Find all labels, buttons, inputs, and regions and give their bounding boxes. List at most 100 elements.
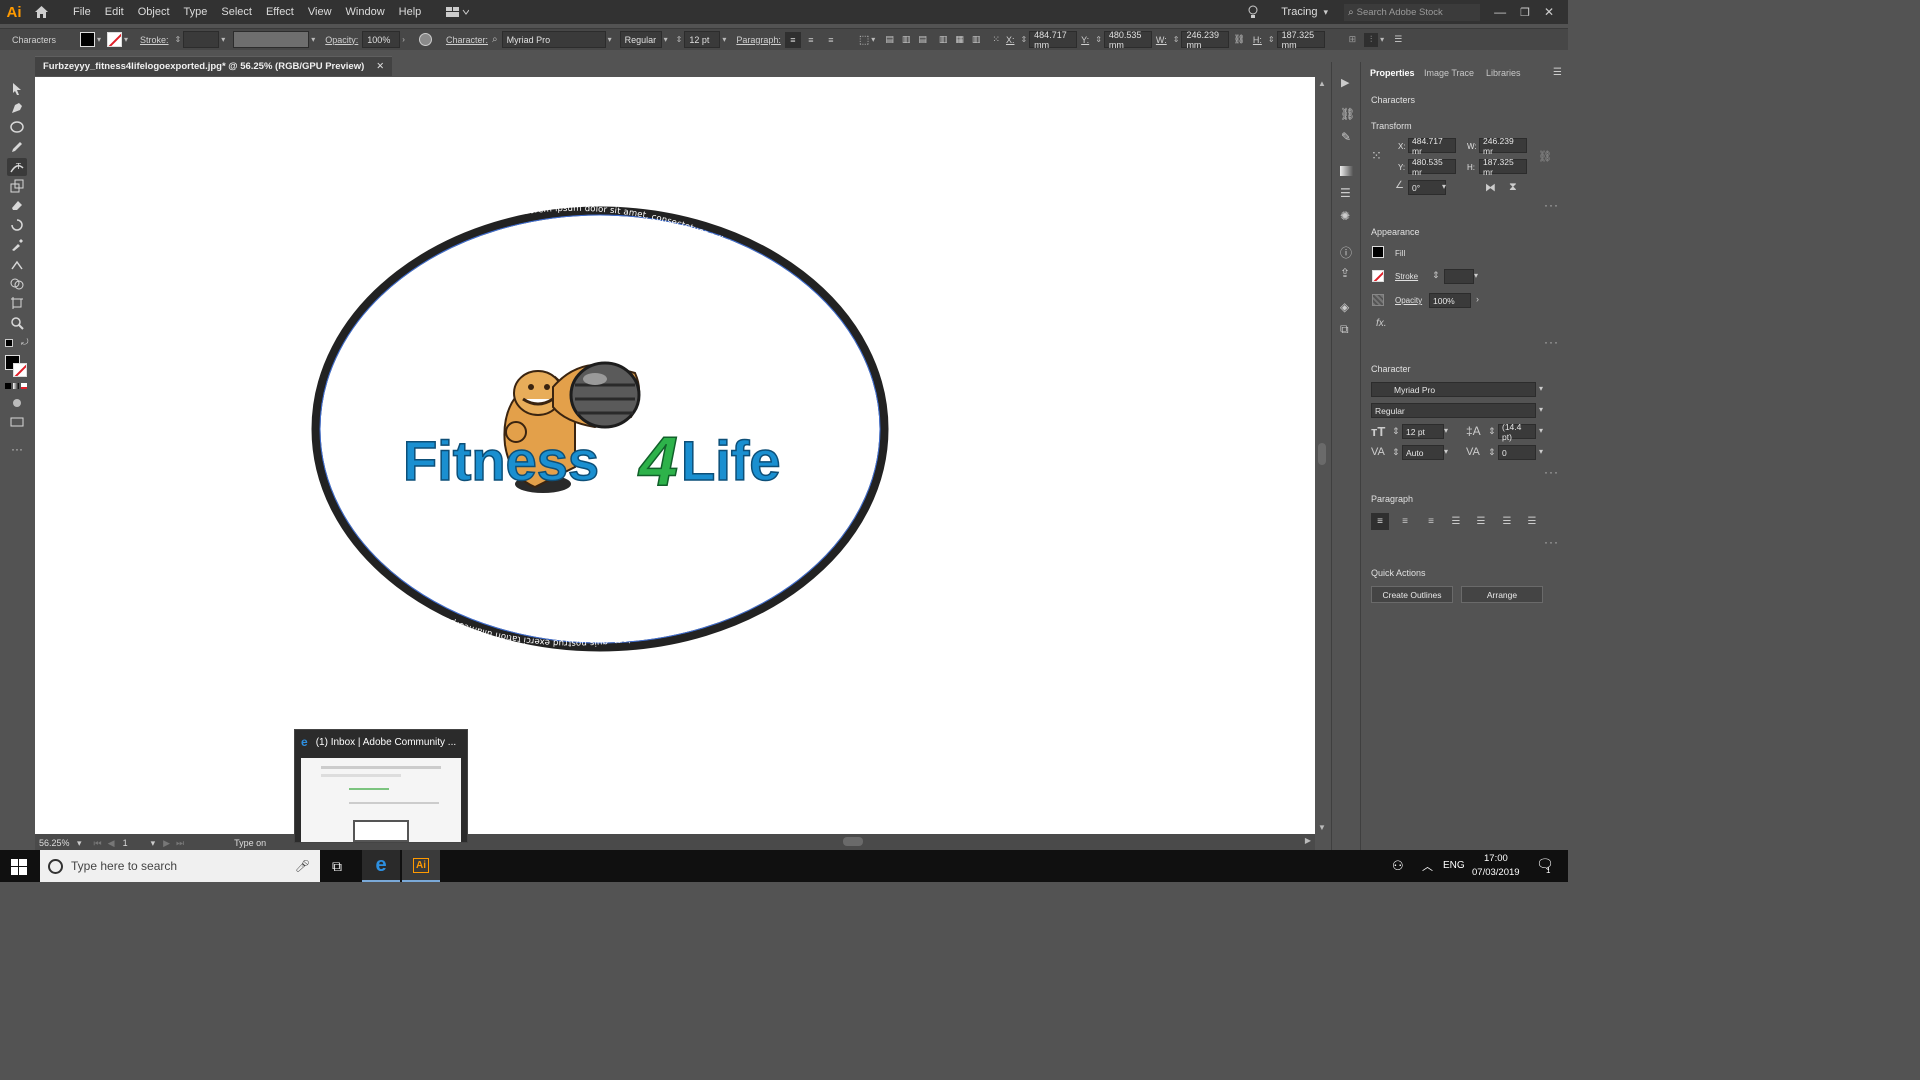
chevron-right-icon[interactable]: › [1476, 294, 1479, 304]
menu-file[interactable]: File [66, 6, 98, 18]
chevron-down-icon[interactable]: ▾ [1539, 447, 1543, 456]
opacity-label[interactable]: Opacity [1395, 296, 1422, 305]
pencil-tool-icon[interactable] [7, 138, 27, 156]
brushes-icon[interactable]: ✎ [1341, 130, 1351, 144]
y-field[interactable]: 480.535 mm [1103, 30, 1152, 50]
recolor-icon[interactable] [418, 33, 432, 46]
stepper-icon[interactable]: ⇕ [1020, 35, 1027, 44]
justify-left-icon[interactable]: ☰ [1447, 513, 1465, 530]
align-bottom-icon[interactable]: ▥ [972, 34, 981, 45]
chevron-down-icon[interactable]: ▾ [77, 838, 82, 849]
chevron-down-icon[interactable]: ▾ [1539, 426, 1543, 435]
selection-tool-icon[interactable] [7, 80, 27, 98]
stepper-icon[interactable]: ⇕ [1268, 35, 1275, 44]
color-mode-icon[interactable] [5, 383, 27, 389]
chevron-down-icon[interactable]: ▾ [1442, 182, 1446, 191]
h-field[interactable]: 187.325 mm [1276, 30, 1325, 50]
stroke-weight-field[interactable] [183, 31, 220, 48]
stepper-icon[interactable]: ⇕ [1432, 270, 1440, 281]
play-icon[interactable]: ▶ [1341, 76, 1349, 89]
menu-window[interactable]: Window [339, 6, 392, 18]
artboards-icon[interactable]: ⧉ [1340, 322, 1349, 337]
arrange-button[interactable]: Arrange [1461, 586, 1543, 603]
create-outlines-button[interactable]: Create Outlines [1371, 586, 1453, 603]
first-page-icon[interactable]: ⏮ [94, 838, 102, 849]
justify-all-icon[interactable]: ☰ [1523, 513, 1541, 530]
transform-w-field[interactable]: 246.239 mr [1479, 136, 1527, 156]
links-icon[interactable]: ⛓ [1340, 107, 1355, 121]
chevron-down-icon[interactable]: ▾ [664, 35, 668, 44]
justify-center-icon[interactable]: ☰ [1472, 513, 1490, 530]
stepper-icon[interactable]: ⇕ [175, 35, 182, 44]
scroll-right-icon[interactable]: ▶ [1305, 836, 1311, 845]
more-options-icon[interactable]: ··· [1544, 198, 1559, 212]
scale-tool-icon[interactable] [7, 177, 27, 195]
chevron-down-icon[interactable]: ▾ [1444, 447, 1448, 456]
flip-horizontal-icon[interactable]: ⧓ [1485, 181, 1496, 194]
home-icon[interactable] [28, 0, 54, 24]
align-middle-icon[interactable]: ▦ [955, 34, 964, 45]
swap-colors-icon[interactable]: ⤾ [21, 337, 29, 348]
chevron-down-icon[interactable]: ▾ [1380, 35, 1384, 44]
path-text[interactable]: Lorem ipsum dolor sit amet, consectetuer… [31, 70, 863, 648]
chevron-right-icon[interactable]: › [402, 35, 405, 44]
artwork-canvas[interactable]: Lorem ipsum dolor sit amet, consectetuer… [31, 70, 1315, 834]
constrain-proportions-icon[interactable]: ⛓ [1538, 150, 1552, 163]
type-on-path-tool-icon[interactable]: T [7, 158, 27, 176]
chevron-down-icon[interactable]: ▾ [1539, 384, 1543, 393]
clock-date[interactable]: 07/03/2019 [1472, 867, 1520, 878]
stroke-panel-icon[interactable]: ☰ [1340, 186, 1351, 200]
close-icon[interactable]: ✕ [1544, 5, 1554, 19]
appearance-panel-icon[interactable]: ✺ [1340, 209, 1350, 223]
export-icon[interactable]: ⇪ [1340, 266, 1350, 280]
more-options-icon[interactable]: ··· [1544, 465, 1559, 479]
x-field[interactable]: 484.717 mm [1029, 30, 1078, 50]
artboard[interactable]: Lorem ipsum dolor sit amet, consectetuer… [31, 70, 1315, 834]
stepper-icon[interactable]: ⇕ [1173, 35, 1180, 44]
workspace-switcher[interactable]: Tracing [1281, 6, 1317, 18]
artboard-tool-icon[interactable] [7, 294, 27, 312]
chevron-down-icon[interactable]: ▾ [151, 838, 156, 849]
menu-view[interactable]: View [301, 6, 339, 18]
ellipse-tool-icon[interactable] [7, 118, 27, 136]
align-top-icon[interactable]: ▥ [939, 34, 948, 45]
chevron-down-icon[interactable]: ▾ [1539, 405, 1543, 414]
reference-point-icon[interactable]: ⁙ [992, 34, 1000, 45]
stepper-icon[interactable]: ⇕ [1488, 426, 1496, 437]
tab-image-trace[interactable]: Image Trace [1424, 62, 1474, 84]
font-family-field[interactable]: Myriad Pro [501, 31, 606, 48]
grid-icon[interactable]: ⊞ [1349, 34, 1357, 45]
windows-start-icon[interactable] [11, 859, 27, 878]
language-indicator[interactable]: ENG [1443, 860, 1465, 871]
edge-taskbar-icon[interactable]: e [362, 850, 400, 882]
chevron-down-icon[interactable]: ▾ [871, 35, 875, 44]
stroke-swatch[interactable] [107, 32, 123, 47]
font-size-field[interactable]: 12 pt [1402, 424, 1444, 439]
stroke-weight-field[interactable] [1444, 269, 1474, 284]
chevron-down-icon[interactable]: ▾ [608, 35, 612, 44]
page-field[interactable]: 1 [123, 838, 151, 848]
more-options-icon[interactable]: ··· [1544, 535, 1559, 549]
taskbar-window-preview[interactable]: e (1) Inbox | Adobe Community ... [294, 729, 468, 843]
menu-select[interactable]: Select [214, 6, 259, 18]
align-center-icon[interactable]: ≡ [1396, 513, 1414, 530]
close-tab-icon[interactable]: ✕ [376, 61, 384, 72]
align-left-icon[interactable]: ≡ [784, 31, 801, 48]
scroll-down-icon[interactable]: ▼ [1318, 823, 1326, 832]
font-family-field[interactable]: Myriad Pro [1371, 382, 1536, 397]
lightbulb-icon[interactable] [1243, 5, 1263, 19]
menu-edit[interactable]: Edit [98, 6, 131, 18]
menu-effect[interactable]: Effect [259, 6, 301, 18]
stepper-icon[interactable]: ⇕ [1392, 426, 1400, 437]
people-icon[interactable]: ⚇ [1392, 858, 1404, 874]
ellipse-path[interactable] [311, 206, 889, 652]
rotate-angle-field[interactable]: 0° [1408, 180, 1446, 195]
default-colors-icon[interactable] [5, 339, 13, 347]
w-field[interactable]: 246.239 mm [1181, 30, 1230, 50]
stepper-icon[interactable]: ⇕ [676, 35, 683, 44]
chevron-up-icon[interactable]: ︿ [1422, 858, 1433, 874]
menu-type[interactable]: Type [177, 6, 215, 18]
font-style-field[interactable]: Regular [1371, 403, 1536, 418]
prev-page-icon[interactable]: ◀ [108, 838, 115, 849]
stock-search[interactable]: ⌕ Search Adobe Stock [1344, 3, 1481, 21]
